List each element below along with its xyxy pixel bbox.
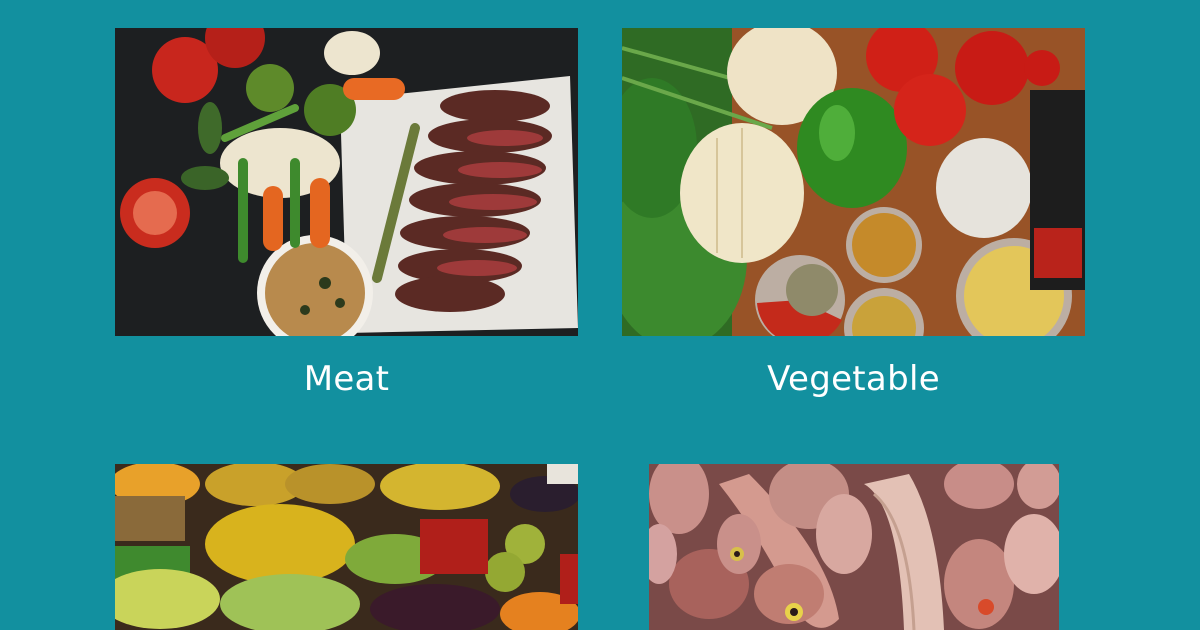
category-label-meat[interactable]: Meat [115, 362, 578, 396]
vegetable-photo-illustration [622, 28, 1085, 336]
category-label-vegetable[interactable]: Vegetable [622, 362, 1085, 396]
meat-category-image[interactable] [115, 28, 578, 336]
fruit-market-photo-illustration [115, 464, 578, 630]
fruit-category-image[interactable] [115, 464, 578, 630]
fish-category-image[interactable] [649, 464, 1059, 630]
fish-photo-illustration [649, 464, 1059, 630]
meat-photo-illustration [115, 28, 578, 336]
vegetable-category-image[interactable] [622, 28, 1085, 336]
